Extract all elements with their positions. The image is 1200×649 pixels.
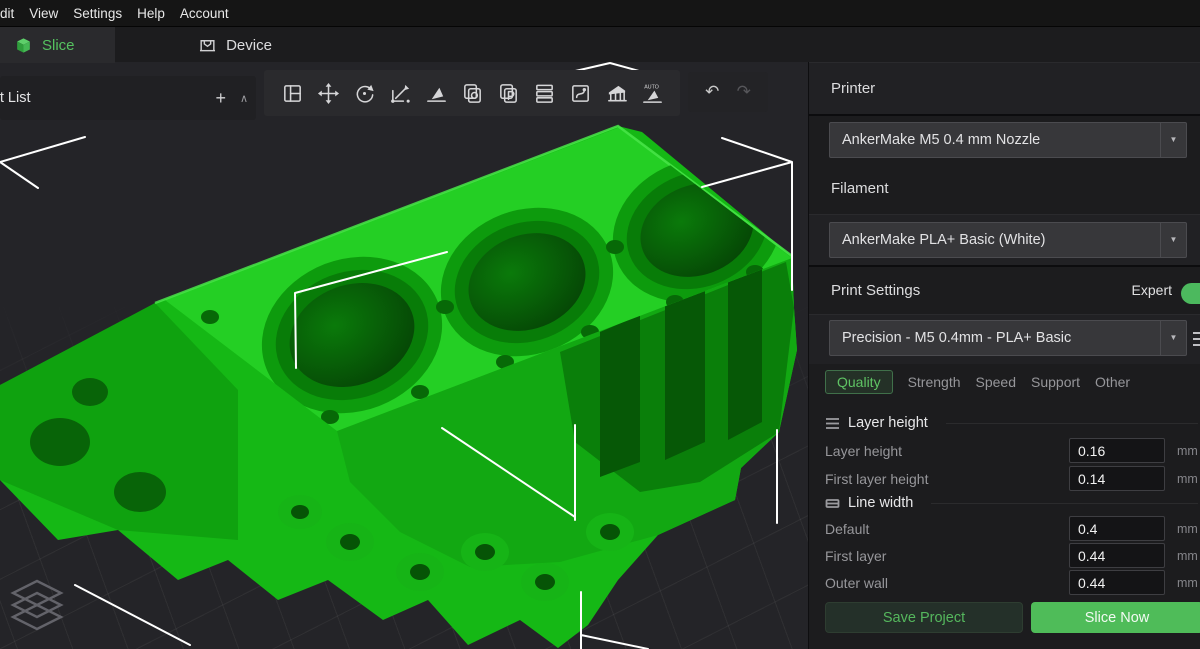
- preset-select[interactable]: Precision - M5 0.4mm - PLA+ Basic: [829, 320, 1187, 356]
- scale-icon[interactable]: [388, 81, 412, 105]
- tab-device-label: Device: [226, 37, 272, 54]
- printer-label: Printer: [831, 80, 875, 97]
- move-icon[interactable]: [316, 81, 340, 105]
- expert-toggle[interactable]: [1181, 283, 1200, 304]
- viewport-toolbar: AUTO: [264, 70, 680, 116]
- slice-cube-icon: [14, 36, 33, 55]
- menu-settings[interactable]: Settings: [73, 6, 122, 21]
- printer-select-value: AnkerMake M5 0.4 mm Nozzle: [842, 132, 1040, 148]
- unit-label: mm or %: [1177, 516, 1200, 542]
- menu-help[interactable]: Help: [137, 6, 165, 21]
- device-printer-icon: [198, 36, 217, 55]
- line-width-outer-wall-input[interactable]: [1069, 570, 1165, 595]
- unit-label: mm or %: [1177, 543, 1200, 569]
- svg-text:AUTO: AUTO: [644, 84, 659, 90]
- print-settings-label: Print Settings: [831, 282, 920, 299]
- preset-select-value: Precision - M5 0.4mm - PLA+ Basic: [842, 330, 1071, 346]
- unit-label: mm: [1177, 438, 1198, 464]
- preset-list-icon[interactable]: [1193, 328, 1200, 348]
- layer-height-section-header: Layer height: [825, 412, 1200, 434]
- line-width-default-input[interactable]: [1069, 516, 1165, 541]
- tab-other[interactable]: Other: [1095, 374, 1130, 390]
- line-width-first-layer-input[interactable]: [1069, 543, 1165, 568]
- row-label: First layer: [825, 543, 886, 569]
- layers-watermark-icon: [13, 581, 61, 629]
- expert-label: Expert: [1132, 282, 1172, 298]
- rotate-icon[interactable]: [352, 81, 376, 105]
- unit-label: mm or %: [1177, 570, 1200, 596]
- object-list-title: Object List: [0, 90, 31, 106]
- layer-height-input[interactable]: [1069, 438, 1165, 463]
- settings-tabs: Quality Strength Speed Support Other: [825, 370, 1130, 394]
- tab-bar: Slice Device: [0, 26, 1200, 62]
- menu-bar: Edit View Settings Help Account: [0, 0, 1200, 26]
- tab-slice-label: Slice: [42, 37, 75, 54]
- redo-icon[interactable]: [737, 82, 751, 102]
- first-layer-height-input[interactable]: [1069, 466, 1165, 491]
- row-label: Layer height: [825, 438, 902, 464]
- ankermake-studio-window: Object List AUTO Edit View Settings: [0, 0, 1200, 649]
- tab-device[interactable]: Device: [115, 27, 355, 63]
- undo-redo-bar: [688, 72, 768, 112]
- engine-block-model[interactable]: [0, 62, 808, 649]
- filament-select-value: AnkerMake PLA+ Basic (White): [842, 232, 1045, 248]
- auto-support-icon[interactable]: AUTO: [640, 81, 664, 105]
- copy-icon[interactable]: [460, 81, 484, 105]
- unit-label: mm: [1177, 466, 1198, 492]
- filament-label: Filament: [831, 180, 889, 197]
- slice-now-button[interactable]: Slice Now: [1031, 602, 1200, 633]
- line-width-icon: [825, 497, 840, 510]
- object-list-panel[interactable]: Object List: [0, 76, 256, 120]
- row-label: Outer wall: [825, 570, 888, 596]
- tab-speed[interactable]: Speed: [976, 374, 1016, 390]
- save-project-button[interactable]: Save Project: [825, 602, 1023, 633]
- arrange-icon[interactable]: [280, 81, 304, 105]
- line-width-section-header: Line width: [825, 492, 1200, 514]
- lay-flat-icon[interactable]: [424, 81, 448, 105]
- tab-strength[interactable]: Strength: [908, 374, 961, 390]
- seam-icon[interactable]: [568, 81, 592, 105]
- undo-icon[interactable]: [705, 82, 719, 102]
- add-object-icon[interactable]: [215, 89, 226, 107]
- settings-panel: Printer AnkerMake M5 0.4 mm Nozzle Filam…: [808, 62, 1200, 649]
- row-label: First layer height: [825, 466, 928, 492]
- viewport-3d[interactable]: Object List AUTO: [0, 62, 808, 649]
- row-label: Default: [825, 516, 869, 542]
- chevron-down-icon[interactable]: [1160, 123, 1186, 157]
- paste-icon[interactable]: [496, 81, 520, 105]
- filament-select[interactable]: AnkerMake PLA+ Basic (White): [829, 222, 1187, 258]
- support-icon[interactable]: [604, 81, 628, 105]
- menu-edit[interactable]: Edit: [0, 6, 14, 21]
- tab-quality[interactable]: Quality: [825, 370, 893, 394]
- menu-view[interactable]: View: [29, 6, 58, 21]
- printer-select[interactable]: AnkerMake M5 0.4 mm Nozzle: [829, 122, 1187, 158]
- tab-slice[interactable]: Slice: [0, 27, 115, 63]
- split-icon[interactable]: [532, 81, 556, 105]
- collapse-chevron-icon[interactable]: [240, 92, 248, 105]
- chevron-down-icon[interactable]: [1160, 321, 1186, 355]
- menu-account[interactable]: Account: [180, 6, 229, 21]
- tab-support[interactable]: Support: [1031, 374, 1080, 390]
- layer-height-icon: [825, 417, 840, 430]
- chevron-down-icon[interactable]: [1160, 223, 1186, 257]
